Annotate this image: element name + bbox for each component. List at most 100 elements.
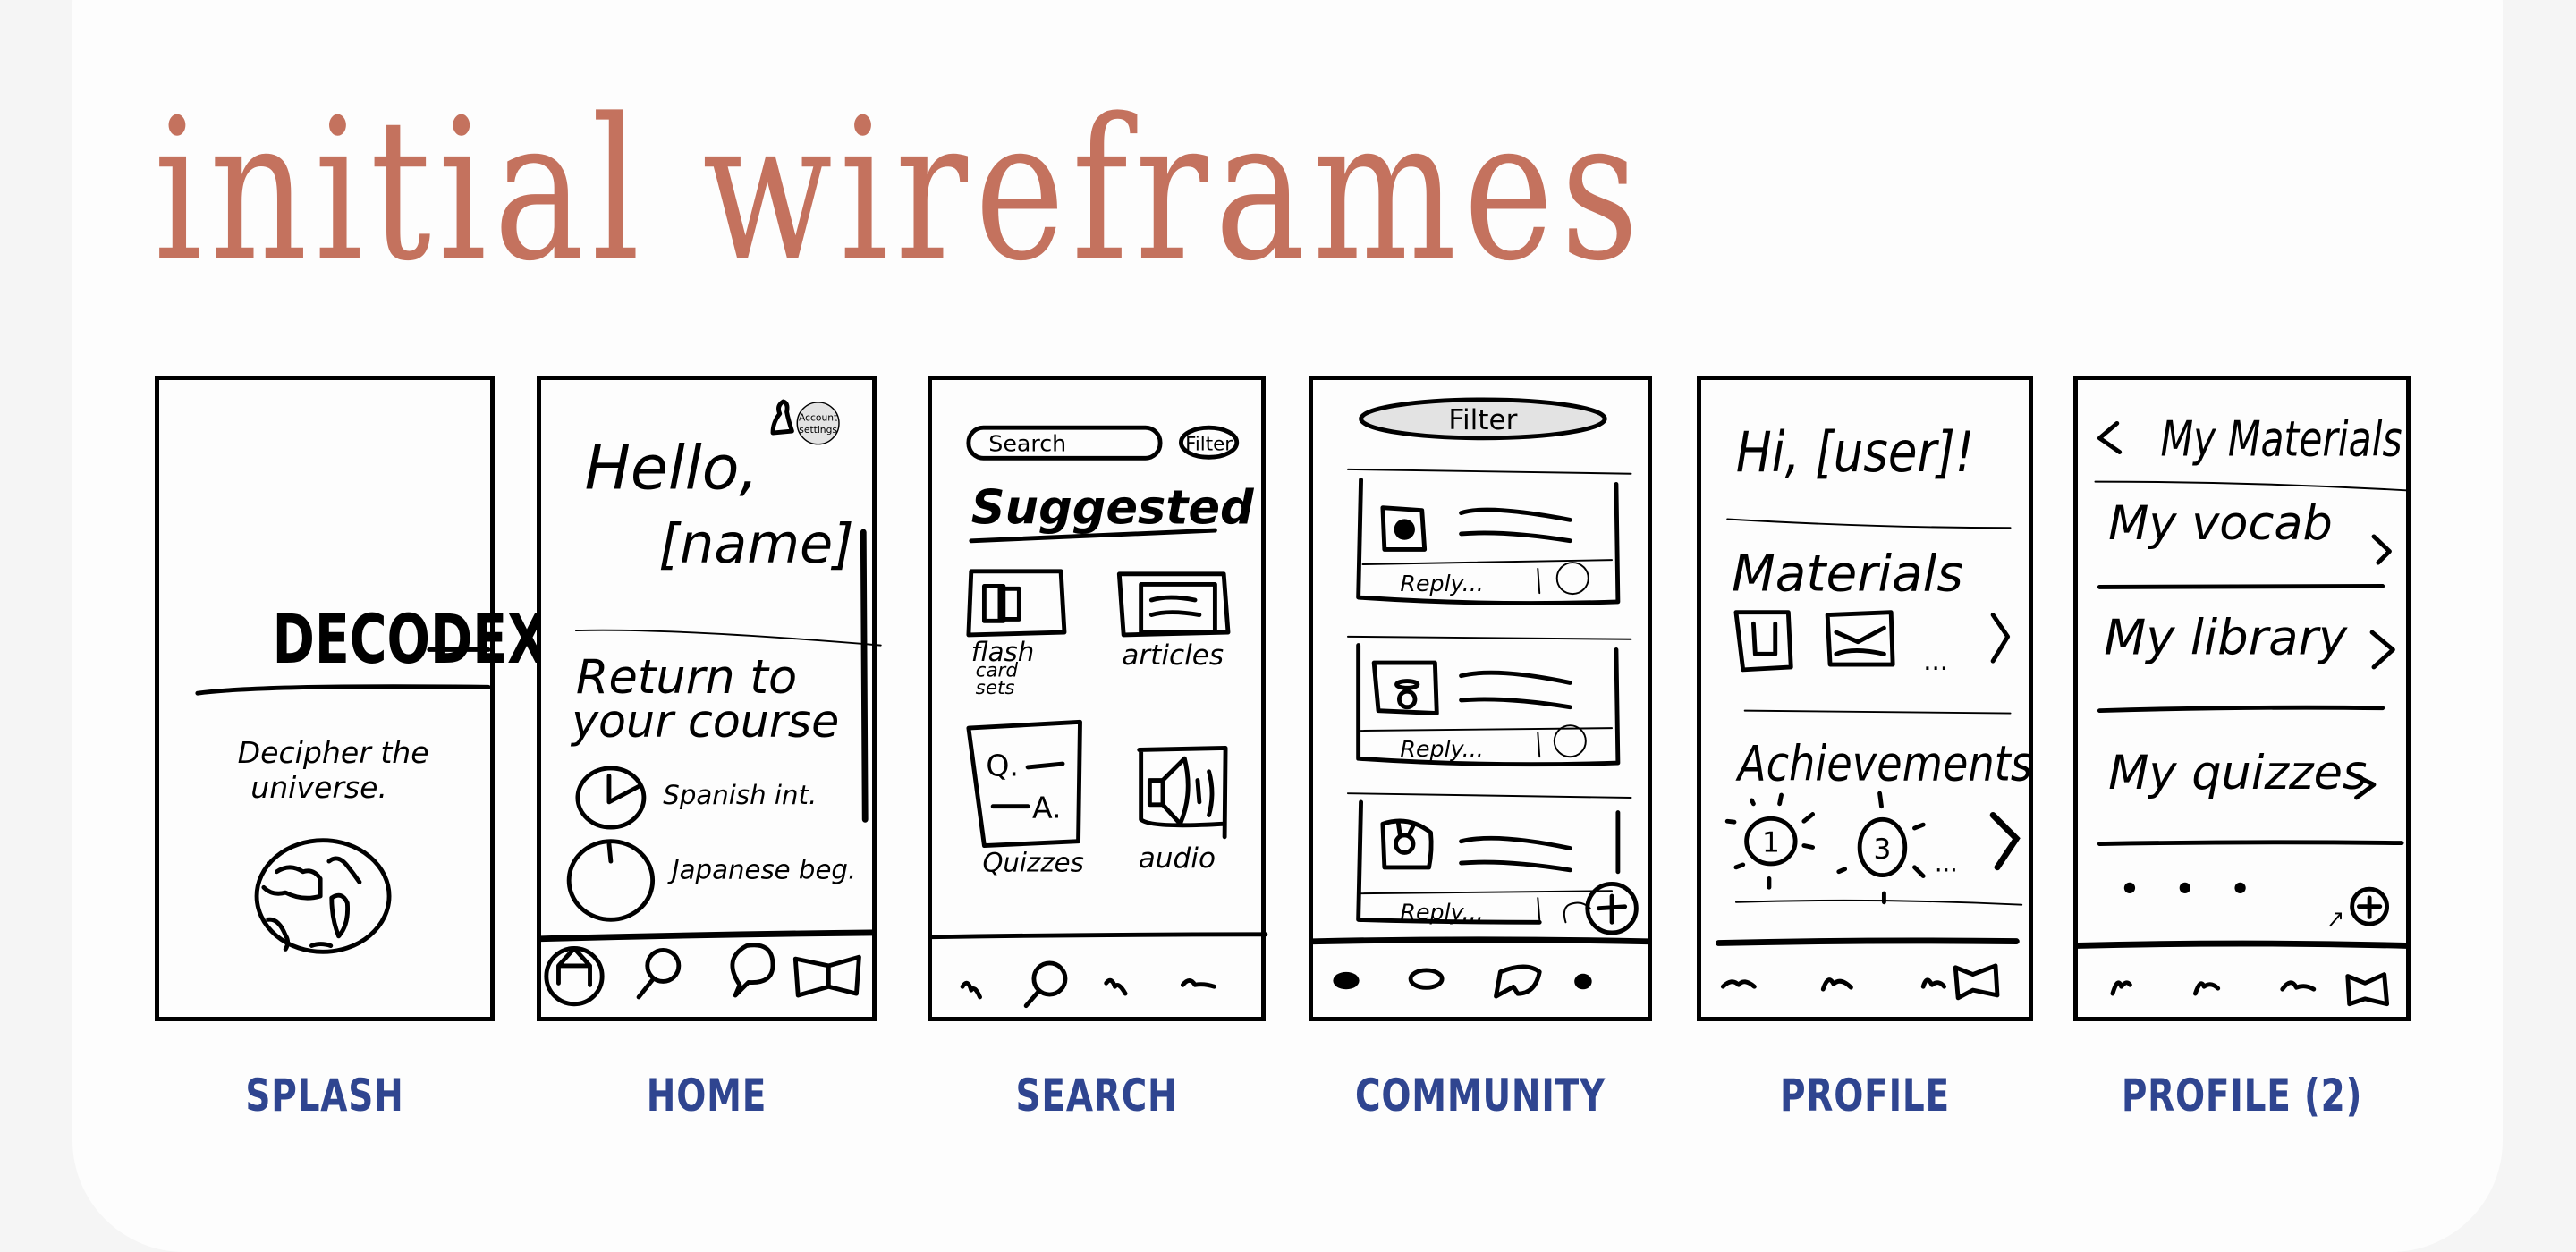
svg-text:Reply...: Reply... xyxy=(1400,735,1483,762)
nav-placeholder-icon[interactable] xyxy=(1920,977,1947,989)
svg-text:Search: Search xyxy=(988,431,1066,457)
splash-tagline-2: universe. xyxy=(250,770,387,805)
nav-placeholder-icon[interactable] xyxy=(1574,973,1592,990)
svg-text:3: 3 xyxy=(1874,833,1892,866)
nav-book-icon[interactable] xyxy=(1953,963,2000,1001)
nav-home-icon[interactable] xyxy=(544,946,605,1007)
category-articles[interactable]: articles xyxy=(1116,571,1231,672)
materials-articles-icon[interactable] xyxy=(1825,610,1895,667)
svg-text:sets: sets xyxy=(976,677,1015,699)
home-greeting-1: Hello, xyxy=(585,433,758,503)
nav-divider xyxy=(1309,936,1651,945)
nav-divider xyxy=(1716,937,2020,946)
nav-placeholder-icon[interactable] xyxy=(1720,979,1757,989)
divider xyxy=(574,629,882,647)
wireframe-profile: Hi, [user]! Materials ... Achievements 1… xyxy=(1697,376,2033,1021)
achievements-chevron-icon[interactable] xyxy=(1989,812,2021,871)
svg-text:Q.: Q. xyxy=(986,749,1019,783)
divider xyxy=(1743,709,2012,715)
nav-placeholder-icon[interactable] xyxy=(960,980,982,1000)
filter-button[interactable]: Filter xyxy=(1179,425,1240,460)
list-item[interactable]: My library xyxy=(2104,608,2395,670)
home-sketch: Account settings Hello, [name] Return to… xyxy=(538,399,882,1007)
svg-text:Reply...: Reply... xyxy=(1400,570,1483,596)
filter-button[interactable]: Filter xyxy=(1359,397,1607,441)
nav-placeholder-icon[interactable] xyxy=(1820,977,1853,992)
nav-search-icon[interactable] xyxy=(636,947,682,1000)
page-title: initial wireframes xyxy=(154,78,1646,304)
nav-book-icon[interactable] xyxy=(792,954,861,998)
chevron-right-icon xyxy=(2369,630,2395,670)
plus-icon xyxy=(2356,895,2383,919)
community-sketch: Filter Reply... Reply... Reply... xyxy=(1309,397,1651,999)
add-material-button[interactable] xyxy=(2350,886,2390,926)
svg-text:Quizzes: Quizzes xyxy=(982,848,1083,878)
bell-icon xyxy=(770,399,794,436)
materials-flashcards-icon[interactable] xyxy=(1733,610,1793,673)
materials-chevron-icon[interactable] xyxy=(1990,613,2011,664)
achievement-badge[interactable]: 3 xyxy=(1836,791,1926,905)
nav-divider xyxy=(2074,940,2410,949)
plus-icon xyxy=(1597,893,1628,925)
send-icon xyxy=(1555,562,1589,596)
divider xyxy=(2097,705,2385,714)
svg-text:My vocab: My vocab xyxy=(2108,496,2333,551)
divider xyxy=(1734,899,2023,906)
achievement-badge[interactable]: 1 xyxy=(1724,792,1816,890)
section-heading: Suggested xyxy=(971,480,1255,535)
send-icon xyxy=(1553,724,1587,758)
nav-chat-bubble-icon[interactable] xyxy=(730,943,775,998)
nav-chat-bubble-icon[interactable] xyxy=(1494,964,1542,999)
svg-text:My quizzes: My quizzes xyxy=(2108,746,2367,800)
back-chevron-icon[interactable] xyxy=(2097,420,2123,454)
svg-text:Reply...: Reply... xyxy=(1400,898,1483,925)
profile-greeting: Hi, [user]! xyxy=(1736,419,1974,485)
post-card[interactable]: Reply... xyxy=(1346,635,1632,767)
scrollbar[interactable] xyxy=(860,529,869,823)
wireframe-profile-2: My Materials My vocab My library My quiz… xyxy=(2073,376,2411,1021)
frame-label-home: HOME xyxy=(646,1070,767,1121)
wireframe-home: Account settings Hello, [name] Return to… xyxy=(537,376,882,1021)
divider xyxy=(195,684,491,696)
frame-label-profile-2: PROFILE (2) xyxy=(2121,1070,2363,1121)
nav-placeholder-icon[interactable] xyxy=(1408,968,1445,990)
nav-book-icon[interactable] xyxy=(2345,972,2390,1007)
course-item[interactable]: Spanish int. xyxy=(575,766,817,830)
materials-more: ... xyxy=(1923,646,1948,676)
account-settings-button[interactable]: Account settings xyxy=(796,402,840,445)
nav-placeholder-icon[interactable] xyxy=(2280,980,2317,992)
wireframe-search: Search Filter Suggested flash card sets … xyxy=(928,376,1268,1021)
svg-text:A.: A. xyxy=(1032,790,1062,825)
svg-text:audio: audio xyxy=(1139,842,1216,875)
wireframe-community: Filter Reply... Reply... Reply... xyxy=(1309,376,1652,1021)
quiz-icon xyxy=(966,719,1082,848)
materials-header: My Materials xyxy=(2160,410,2402,468)
list-item[interactable]: My quizzes xyxy=(2108,746,2377,800)
nav-placeholder-icon[interactable] xyxy=(2110,980,2132,996)
globe-icon xyxy=(254,838,392,954)
frame-label-community: COMMUNITY xyxy=(1354,1070,1606,1121)
svg-text:Filter: Filter xyxy=(1448,404,1517,436)
more-dots: • • • xyxy=(2120,871,2263,908)
nav-placeholder-icon[interactable] xyxy=(1104,977,1128,996)
category-audio[interactable]: audio xyxy=(1137,746,1228,875)
splash-sketch: DECODEX Decipher the universe. xyxy=(195,600,547,954)
achievements-heading: Achievements xyxy=(1735,735,2032,792)
nav-search-icon[interactable] xyxy=(1023,960,1068,1009)
search-input[interactable]: Search xyxy=(966,425,1163,461)
nav-divider xyxy=(538,929,876,943)
profile-sketch: Hi, [user]! Materials ... Achievements 1… xyxy=(1716,419,2032,1001)
divider xyxy=(2097,583,2385,589)
category-flashcards[interactable]: flash card sets xyxy=(966,569,1067,699)
list-item[interactable]: My vocab xyxy=(2108,496,2392,565)
course-item[interactable]: Japanese beg. xyxy=(566,839,856,922)
search-sketch: Search Filter Suggested flash card sets … xyxy=(929,425,1268,1009)
frame-label-profile: PROFILE xyxy=(1780,1070,1950,1121)
nav-placeholder-icon[interactable] xyxy=(1333,971,1360,990)
svg-text:Account: Account xyxy=(799,411,837,423)
category-quizzes[interactable]: Q. A. Quizzes xyxy=(966,719,1084,878)
nav-placeholder-icon[interactable] xyxy=(1180,978,1216,989)
post-card[interactable]: Reply... xyxy=(1346,468,1632,605)
nav-placeholder-icon[interactable] xyxy=(2192,981,2221,996)
splash-tagline-1: Decipher the xyxy=(238,735,429,770)
